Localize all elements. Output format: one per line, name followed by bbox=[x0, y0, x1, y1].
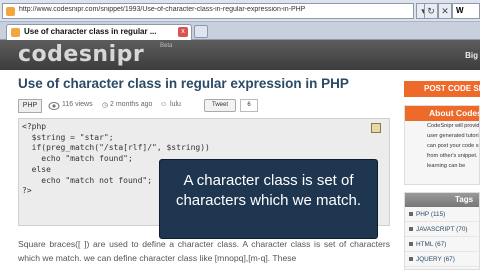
about-line: from other's snippet. bbox=[427, 153, 478, 159]
tag-item[interactable]: JQUERY (67) bbox=[405, 252, 479, 267]
refresh-button[interactable]: ↻ bbox=[424, 3, 438, 19]
tag-bullet-icon bbox=[409, 212, 413, 217]
stop-button[interactable]: ✕ bbox=[438, 3, 452, 19]
about-line: CodeSnipr will provide you bbox=[427, 123, 479, 129]
site-header: codesnipr Beta Big bbox=[0, 40, 480, 70]
code-line: if(preg_match("/sta[rlf]/", $string)) bbox=[22, 143, 210, 153]
tweet-button[interactable]: Tweet bbox=[204, 99, 236, 112]
beta-label: Beta bbox=[160, 43, 173, 49]
tag-count: (70) bbox=[456, 226, 468, 233]
search-engine-box[interactable]: W bbox=[452, 3, 480, 19]
site-logo[interactable]: codesnipr bbox=[18, 42, 144, 67]
tag-count: (67) bbox=[443, 256, 455, 263]
about-line: learning can be bbox=[427, 163, 466, 169]
tab-favicon-icon bbox=[11, 28, 20, 37]
code-line: <?php bbox=[22, 122, 47, 131]
video-caption: A character class is set of characters w… bbox=[159, 159, 378, 239]
snippet-meta: PHP 116 views ◷ 2 months ago ☺ lulu Twee… bbox=[18, 99, 390, 113]
tag-count: (67) bbox=[434, 241, 447, 248]
tag-item[interactable]: HTML (67) bbox=[405, 237, 479, 252]
page-title: Use of character class in regular expres… bbox=[18, 76, 349, 91]
tag-bullet-icon bbox=[409, 227, 413, 232]
tweet-label: Tweet bbox=[211, 102, 228, 108]
tags-title: Tags bbox=[405, 193, 479, 207]
tag-name: JAVASCRIPT bbox=[416, 226, 455, 233]
tag-item[interactable]: JAVASCRIPT (70) bbox=[405, 222, 479, 237]
author-name[interactable]: lulu bbox=[170, 101, 181, 108]
tag-bullet-icon bbox=[409, 242, 413, 247]
tags-panel: Tags PHP (115) JAVASCRIPT (70) HTML (67)… bbox=[404, 192, 480, 270]
tag-name: PHP bbox=[416, 211, 430, 218]
posted-time: 2 months ago bbox=[110, 101, 153, 108]
new-tab-button[interactable] bbox=[194, 25, 208, 38]
header-link[interactable]: Big bbox=[465, 51, 478, 60]
browser-tab[interactable]: Use of character class in regular ... x bbox=[6, 24, 192, 40]
clock-icon: ◷ bbox=[102, 102, 109, 109]
code-line: $string = "star"; bbox=[22, 132, 114, 142]
tag-count: (115) bbox=[430, 211, 446, 218]
tag-bullet-icon bbox=[409, 257, 413, 262]
tag-name: JQUERY bbox=[416, 256, 442, 263]
user-icon: ☺ bbox=[160, 101, 168, 108]
about-panel: About Codes CodeSnipr will provide you u… bbox=[404, 105, 480, 185]
post-code-button[interactable]: POST CODE SN bbox=[404, 81, 480, 97]
url-field[interactable]: http://www.codesnipr.com/snippet/1993/Us… bbox=[2, 3, 414, 19]
browser-address-bar: http://www.codesnipr.com/snippet/1993/Us… bbox=[0, 0, 480, 22]
tab-title: Use of character class in regular ... bbox=[24, 27, 157, 36]
about-line: can post your code snip bbox=[427, 143, 479, 149]
snippet-description: Square braces([ ]) are used to define a … bbox=[18, 239, 390, 263]
tab-bar: Use of character class in regular ... x bbox=[0, 22, 480, 40]
views-count: 116 views bbox=[62, 101, 93, 108]
about-line: user generated tutorial bbox=[427, 133, 479, 139]
url-text: http://www.codesnipr.com/snippet/1993/Us… bbox=[19, 6, 306, 13]
about-title: About Codes bbox=[405, 106, 479, 121]
language-badge[interactable]: PHP bbox=[18, 99, 42, 113]
copy-icon[interactable] bbox=[371, 123, 381, 133]
tag-item[interactable]: PHP (115) bbox=[405, 207, 479, 222]
tweet-count: 6 bbox=[240, 99, 258, 112]
tab-close-icon[interactable]: x bbox=[178, 27, 188, 37]
tag-name: HTML bbox=[416, 241, 434, 248]
site-favicon-icon bbox=[6, 7, 15, 16]
